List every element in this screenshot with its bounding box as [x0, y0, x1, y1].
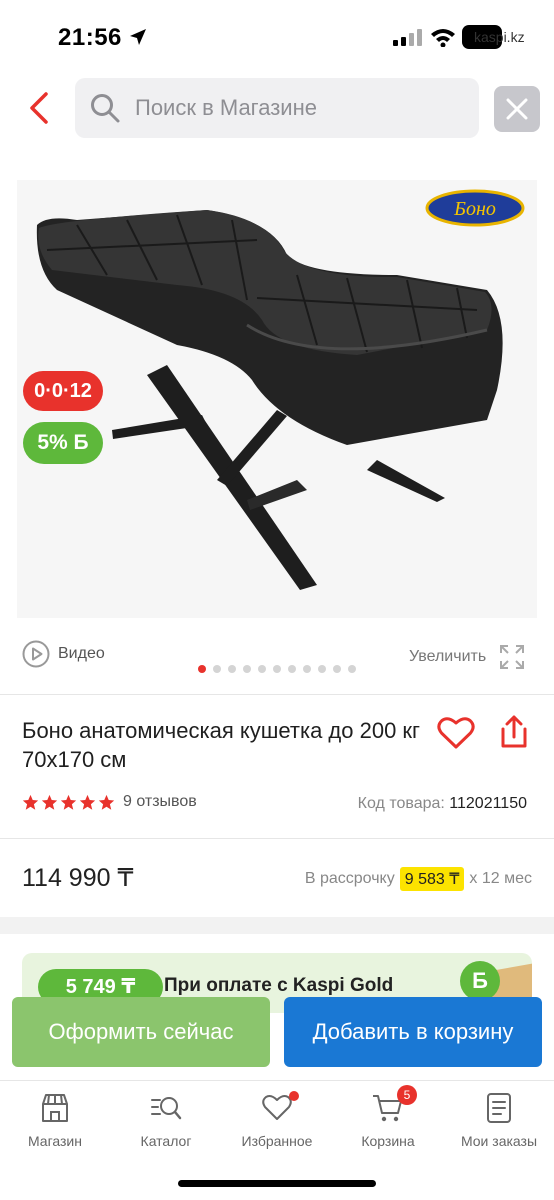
promo-text: При оплате с Kaspi Gold: [164, 975, 394, 996]
search-input[interactable]: [135, 78, 465, 138]
tab-cart[interactable]: 5 Корзина: [333, 1085, 443, 1151]
orders-icon: [487, 1093, 511, 1123]
buy-now-button[interactable]: Оформить сейчас: [12, 997, 270, 1067]
installment-badge: 0·0·12: [23, 371, 103, 411]
installment-amount: 9 583 ₸: [399, 867, 465, 891]
tab-store[interactable]: Магазин: [0, 1091, 110, 1151]
star-icon: [98, 794, 115, 810]
expand-icon: [500, 645, 525, 669]
star-icon: [79, 794, 96, 810]
star-icon: [60, 794, 77, 810]
installment-prefix: В рассрочку: [304, 870, 395, 887]
pagination-dot[interactable]: [303, 665, 311, 673]
catalog-search-icon: [151, 1097, 182, 1120]
signal-icon: [393, 28, 422, 46]
status-bar: 21:56 kaspi.kz: [0, 0, 554, 70]
tab-label: Избранное: [241, 1133, 313, 1149]
search-box[interactable]: [75, 78, 479, 138]
cart-count-badge: 5: [397, 1085, 417, 1105]
bonus-badge: 5% Б: [23, 422, 103, 464]
section-separator: [0, 917, 554, 934]
zoom-label: Увеличить: [409, 648, 487, 665]
product-title: Боно анатомическая кушетка до 200 кг 70x…: [22, 718, 421, 772]
star-icon: [41, 794, 58, 810]
sku-label: Код товара:: [357, 795, 445, 812]
brand-logo: Боно: [453, 198, 496, 220]
installment-info[interactable]: В рассрочку 9 583 ₸ x 12 мес: [305, 867, 532, 891]
tab-label: Каталог: [140, 1133, 192, 1149]
divider: [0, 694, 554, 695]
product-price: 114 990 ₸: [22, 864, 134, 892]
tab-favorites[interactable]: Избранное: [222, 1091, 332, 1151]
tab-label: Магазин: [27, 1133, 82, 1149]
installment-suffix: x 12 мес: [469, 870, 532, 887]
bonus-coin-icon: Б: [460, 961, 500, 1001]
rating[interactable]: 9 отзывов: [22, 793, 197, 811]
pagination-dot[interactable]: [258, 665, 266, 673]
status-time: 21:56: [58, 24, 122, 51]
tab-catalog[interactable]: Каталог: [111, 1091, 221, 1151]
pagination-dot[interactable]: [333, 665, 341, 673]
share-icon[interactable]: [497, 714, 531, 750]
notification-dot: [289, 1091, 299, 1101]
divider: [0, 838, 554, 839]
play-circle-icon: [22, 640, 50, 668]
add-to-cart-button[interactable]: Добавить в корзину: [284, 997, 542, 1067]
product-code: Код товара: 112021150: [358, 795, 527, 813]
pagination-dot[interactable]: [228, 665, 236, 673]
pagination-dot[interactable]: [348, 665, 356, 673]
star-icon: [22, 794, 39, 810]
sku-value: 112021150: [449, 795, 527, 812]
reviews-link[interactable]: 9 отзывов: [123, 793, 197, 811]
zoom-button[interactable]: Увеличить: [409, 643, 526, 671]
video-button[interactable]: Видео: [22, 640, 105, 668]
pagination-dot[interactable]: [318, 665, 326, 673]
pagination-dot[interactable]: [243, 665, 251, 673]
heart-icon[interactable]: [437, 716, 475, 750]
wifi-icon: [431, 29, 455, 47]
pagination-dot[interactable]: [273, 665, 281, 673]
search-icon: [91, 94, 120, 123]
pagination-dot[interactable]: [198, 665, 206, 673]
pagination-dot[interactable]: [288, 665, 296, 673]
location-arrow-icon: [130, 29, 146, 45]
tab-orders[interactable]: Мои заказы: [444, 1091, 554, 1151]
close-icon[interactable]: [494, 86, 540, 132]
tab-label: Корзина: [361, 1133, 415, 1149]
gallery-pagination: [198, 665, 356, 673]
search-header: [0, 72, 554, 144]
tab-label: Мои заказы: [460, 1133, 538, 1149]
pagination-dot[interactable]: [213, 665, 221, 673]
video-label: Видео: [58, 645, 105, 662]
home-indicator: [178, 1180, 376, 1187]
back-arrow-icon[interactable]: [22, 88, 58, 128]
store-icon: [42, 1094, 68, 1122]
status-site: kaspi.kz: [474, 29, 525, 45]
